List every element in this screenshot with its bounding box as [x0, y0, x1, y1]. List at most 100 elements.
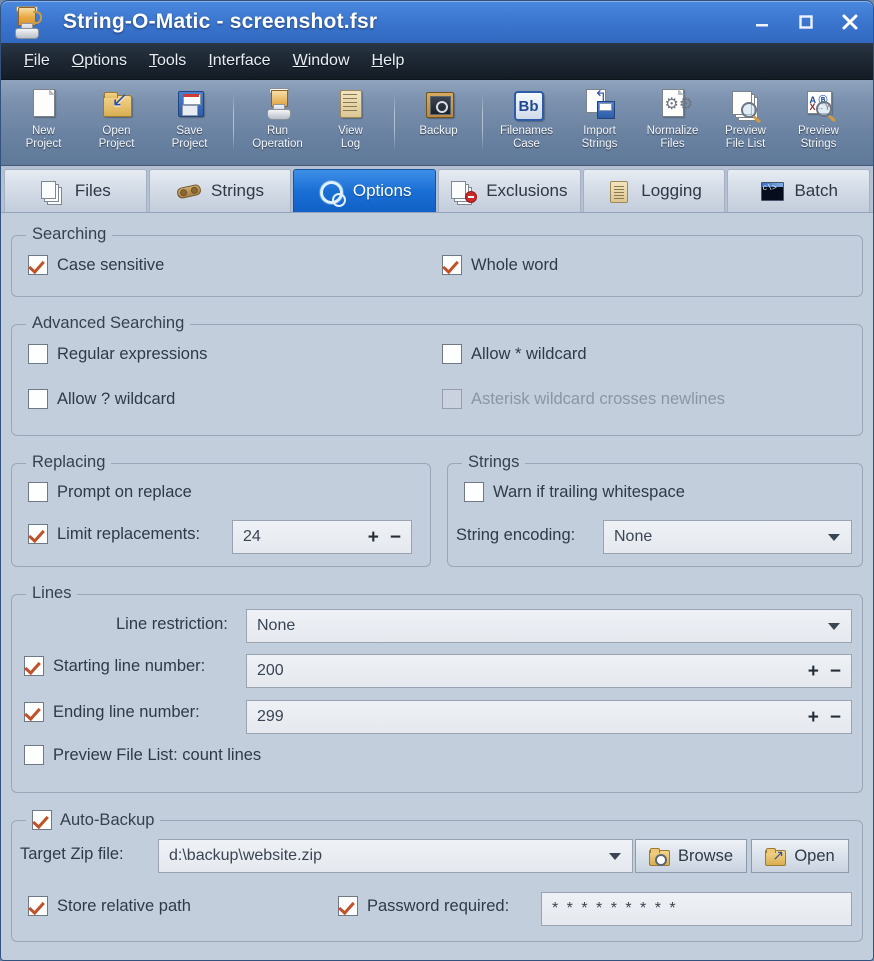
whole-word-label[interactable]: Whole word: [471, 256, 558, 275]
replacing-group: Replacing Prompt on replace Limit replac…: [11, 453, 431, 567]
store-relative-path-checkbox[interactable]: [28, 896, 48, 916]
decrement-button[interactable]: −: [830, 708, 841, 727]
limit-replacements-checkbox[interactable]: [28, 524, 48, 544]
auto-backup-label[interactable]: Auto-Backup: [60, 811, 154, 830]
toolbar-preview-strings[interactable]: A ⒷX→Y Preview Strings: [782, 84, 855, 165]
tab-bar: Files Strings Options Exclusions Logging…: [1, 166, 873, 213]
chevron-down-icon[interactable]: [828, 534, 840, 541]
limit-replacements-label[interactable]: Limit replacements:: [57, 525, 200, 544]
string-encoding-combobox[interactable]: None: [603, 520, 852, 554]
gear-magnifier-icon: [318, 179, 346, 207]
tab-logging[interactable]: Logging: [582, 169, 726, 212]
password-field[interactable]: * * * * * * * * *: [541, 892, 852, 926]
open-button[interactable]: ↗ Open: [751, 839, 849, 873]
toolbar-backup[interactable]: Backup: [402, 84, 475, 165]
maximize-icon[interactable]: [793, 9, 819, 35]
case-sensitive-checkbox[interactable]: [28, 255, 48, 275]
menu-help[interactable]: Help: [361, 48, 416, 74]
regular-expressions-label[interactable]: Regular expressions: [57, 345, 207, 364]
regular-expressions-checkbox[interactable]: [28, 344, 48, 364]
menu-file[interactable]: File: [13, 48, 61, 74]
toolbar-import-strings[interactable]: ↰ Import Strings: [563, 84, 636, 165]
case-sensitive-label[interactable]: Case sensitive: [57, 256, 164, 275]
toolbar-new-project[interactable]: New Project: [7, 84, 80, 165]
whole-word-checkbox[interactable]: [442, 255, 462, 275]
tab-strings[interactable]: Strings: [148, 169, 292, 212]
increment-button[interactable]: +: [368, 528, 379, 547]
blender-icon: [11, 6, 42, 39]
preview-count-lines-label[interactable]: Preview File List: count lines: [53, 746, 261, 765]
auto-backup-checkbox[interactable]: [32, 810, 52, 830]
warn-trailing-whitespace-checkbox[interactable]: [464, 482, 484, 502]
toolbar-normalize-files[interactable]: ⚙⚙ Normalize Files: [636, 84, 709, 165]
browse-button-label: Browse: [677, 846, 734, 865]
limit-replacements-spin-buttons: + −: [368, 521, 401, 553]
toolbar-label: Backup: [419, 125, 458, 137]
toolbar-label: Preview Strings: [798, 125, 839, 150]
password-required-checkbox[interactable]: [338, 896, 358, 916]
toolbar-save-project[interactable]: Save Project: [153, 84, 226, 165]
line-restriction-combobox[interactable]: None: [246, 609, 852, 643]
tab-batch[interactable]: c\> Batch: [727, 169, 871, 212]
allow-question-wildcard-label[interactable]: Allow ? wildcard: [57, 390, 175, 409]
toolbar-regex-tester[interactable]: ✳ Regex Tester: [855, 84, 873, 165]
preview-strings-icon: A ⒷX→Y: [802, 88, 836, 122]
ending-line-checkbox[interactable]: [24, 702, 44, 722]
starting-line-label[interactable]: Starting line number:: [53, 657, 205, 676]
chevron-down-icon[interactable]: [609, 853, 621, 860]
console-icon: c\>: [759, 179, 785, 203]
window-frame: String-O-Matic - screenshot.fsr File Opt…: [0, 0, 874, 961]
application-window: String-O-Matic - screenshot.fsr File Opt…: [0, 0, 874, 961]
allow-star-wildcard-checkbox[interactable]: [442, 344, 462, 364]
lines-group-title: Lines: [26, 584, 78, 603]
asterisk-crosses-newlines-checkbox: [442, 389, 462, 409]
toolbar-run-operation[interactable]: Run Operation: [241, 84, 314, 165]
string-link-icon: [176, 179, 202, 203]
limit-replacements-value: 24: [243, 528, 261, 545]
limit-replacements-spinner[interactable]: 24 + −: [232, 520, 412, 554]
warn-trailing-whitespace-label[interactable]: Warn if trailing whitespace: [493, 483, 685, 502]
asterisk-crosses-newlines-label: Asterisk wildcard crosses newlines: [471, 389, 726, 408]
searching-group-title: Searching: [26, 225, 113, 244]
files-exclude-icon: [451, 179, 478, 203]
tab-exclusions[interactable]: Exclusions: [438, 169, 581, 212]
allow-question-wildcard-checkbox[interactable]: [28, 389, 48, 409]
menu-tools[interactable]: Tools: [138, 48, 197, 74]
scroll-icon: [334, 88, 368, 122]
menu-window[interactable]: Window: [282, 48, 361, 74]
folder-open-icon: ↗: [765, 847, 787, 866]
toolbar-preview-file-list[interactable]: Preview File List: [709, 84, 782, 165]
menu-options[interactable]: Options: [61, 48, 138, 74]
menu-interface[interactable]: Interface: [197, 48, 281, 74]
tab-files[interactable]: Files: [4, 169, 147, 212]
toolbar-view-log[interactable]: View Log: [314, 84, 387, 165]
decrement-button[interactable]: −: [390, 528, 401, 547]
increment-button[interactable]: +: [808, 662, 819, 681]
chevron-down-icon[interactable]: [828, 623, 840, 630]
target-zip-combobox[interactable]: d:\backup\website.zip: [158, 839, 633, 873]
toolbar-separator: [233, 93, 234, 151]
allow-star-wildcard-label[interactable]: Allow * wildcard: [471, 345, 587, 364]
starting-line-checkbox[interactable]: [24, 656, 44, 676]
string-encoding-label: String encoding:: [456, 526, 576, 544]
toolbar-label: Open Project: [98, 125, 135, 150]
increment-button[interactable]: +: [808, 708, 819, 727]
preview-count-lines-checkbox[interactable]: [24, 745, 44, 765]
starting-line-value: 200: [257, 662, 284, 679]
close-icon[interactable]: [837, 9, 863, 35]
import-icon: ↰: [583, 88, 617, 122]
browse-button[interactable]: Browse: [635, 839, 747, 873]
password-required-label[interactable]: Password required:: [367, 897, 509, 916]
starting-line-spinner[interactable]: 200 + −: [246, 654, 852, 688]
store-relative-path-label[interactable]: Store relative path: [57, 897, 191, 916]
toolbar-open-project[interactable]: ↙ Open Project: [80, 84, 153, 165]
prompt-on-replace-label[interactable]: Prompt on replace: [57, 483, 192, 502]
ending-line-label[interactable]: Ending line number:: [53, 703, 200, 722]
decrement-button[interactable]: −: [830, 662, 841, 681]
prompt-on-replace-checkbox[interactable]: [28, 482, 48, 502]
tab-options[interactable]: Options: [293, 169, 437, 212]
ending-line-spinner[interactable]: 299 + −: [246, 700, 852, 734]
toolbar-filenames-case[interactable]: Bb Filenames Case: [490, 84, 563, 165]
lines-group: Lines Line restriction: None Starting li…: [11, 584, 863, 793]
minimize-icon[interactable]: [749, 9, 775, 35]
